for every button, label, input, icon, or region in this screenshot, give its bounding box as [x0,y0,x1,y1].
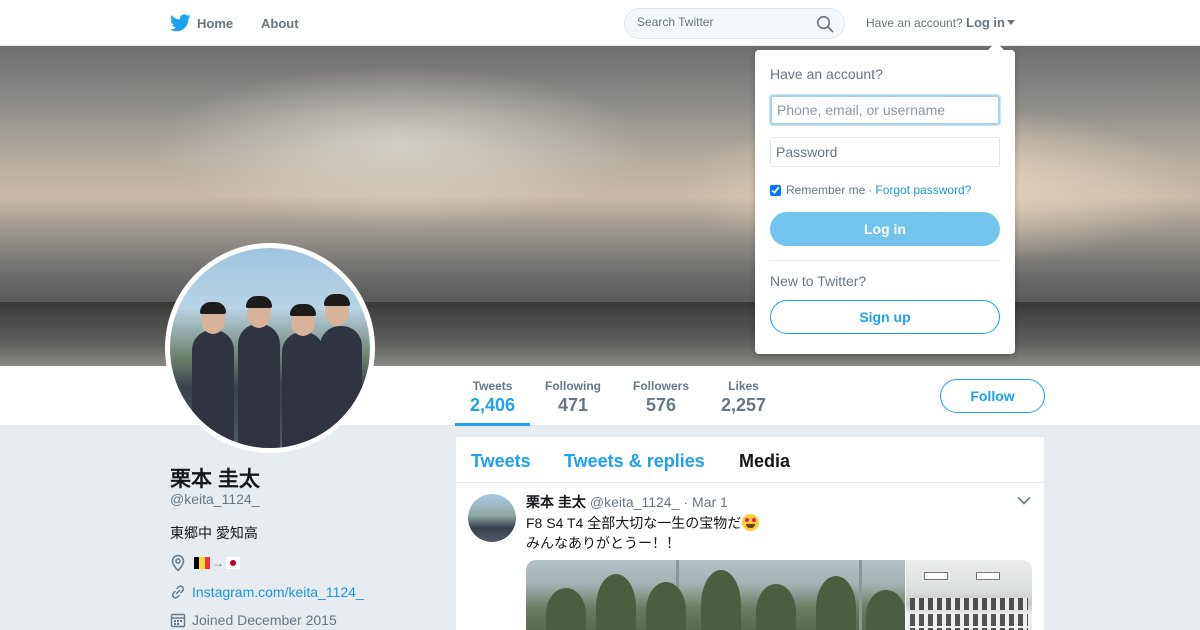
photo-pole [859,560,862,630]
map-pin-icon [171,554,185,572]
timeline-tabs: Tweets Tweets & replies Media [456,437,1044,483]
login-dropdown: Have an account? Remember me · Forgot pa… [755,42,1015,354]
avatar-person [320,326,362,448]
calendar-icon [170,613,186,628]
search-box [624,8,845,39]
photo-tree [646,582,686,630]
profile-joined: Joined December 2015 [170,612,337,628]
stat-tweets[interactable]: Tweets 2,406 [470,379,515,416]
photo-sign [924,572,948,580]
profile-website: Instagram.com/keita_1124_ [170,584,364,600]
stat-value: 2,406 [470,395,516,415]
login-link-label: Log in [966,15,1005,30]
avatar-hair [246,296,272,308]
link-icon [171,585,185,599]
location-value: → [194,556,240,570]
photo-tree [866,590,905,630]
photo-crowd [910,598,1028,610]
profile-name[interactable]: 栗本 圭太 [170,463,260,493]
tweet-text: F8 S4 T4 全部大切な一生の宝物だ みんなありがとうー！！ [526,513,1006,553]
avatar-person [282,332,324,448]
banner-cloud [150,66,650,226]
signup-button[interactable]: Sign up [770,300,1000,334]
photo-tree [596,574,636,630]
stat-label: Tweets [472,379,513,393]
website-link[interactable]: Instagram.com/keita_1124_ [192,584,364,600]
photo-tree [756,584,796,630]
remember-separator: · [868,183,873,197]
stat-label: Following [545,379,601,393]
remember-me-checkbox[interactable] [770,184,781,196]
profile-avatar[interactable] [165,243,375,453]
password-field[interactable] [770,137,1000,167]
login-dropdown-title: Have an account? [770,66,883,82]
caret-down-icon [1007,20,1015,25]
location-arrow: → [212,556,224,570]
avatar-person [238,324,280,448]
tweet-avatar[interactable] [468,494,516,542]
stat-label: Followers [633,379,690,393]
remember-me-label[interactable]: Remember me [786,183,865,197]
joined-date: Joined December 2015 [192,612,337,628]
star-struck-emoji-icon [742,514,760,531]
remember-row: Remember me · Forgot password? [770,183,971,197]
profile-bio: 東郷中 愛知高 [170,525,258,541]
avatar-hair [324,294,350,306]
profile-location: → [170,554,240,572]
stat-label: Likes [728,379,759,393]
tab-tweets[interactable]: Tweets [471,451,531,472]
timeline: Tweets Tweets & replies Media 栗本 圭太 @kei… [456,437,1044,630]
chevron-down-icon[interactable] [1017,496,1031,506]
photo-sign [976,572,1000,580]
search-input[interactable] [637,15,807,29]
stat-following[interactable]: Following 471 [545,379,601,416]
photo-crowd [910,614,1028,626]
tweet-photo[interactable] [906,560,1032,630]
tweet-author-name[interactable]: 栗本 圭太 [526,492,586,512]
twitter-bird-icon [170,14,191,32]
japan-flag-icon [226,557,240,569]
stat-likes[interactable]: Likes 2,257 [721,379,766,416]
avatar-hair [200,302,226,314]
tweet-text-line1: F8 S4 T4 全部大切な一生の宝物だ [526,515,742,531]
belgium-flag-icon [194,557,210,569]
top-nav: Home About Have an account? Log in [0,0,1200,46]
tweet-author-handle[interactable]: @keita_1124_ [590,494,679,510]
avatar-hair [290,304,316,316]
stat-value: 2,257 [721,395,767,415]
dropdown-divider [770,260,1000,261]
tweet-text-line2: みんなありがとうー！！ [526,535,680,551]
tweet-photo[interactable] [526,560,905,630]
login-dropdown-toggle[interactable]: Log in [966,15,1015,30]
tweet-header: 栗本 圭太 @keita_1124_ · Mar 1 [526,492,728,512]
tab-tweets-replies[interactable]: Tweets & replies [564,451,705,472]
username-field[interactable] [770,95,1000,125]
nav-home[interactable]: Home [170,12,233,34]
photo-tree [546,588,586,630]
stat-value: 576 [645,395,677,415]
nav-home-label: Home [197,15,234,31]
follow-button[interactable]: Follow [940,379,1045,413]
have-account-text: Have an account? [866,16,963,30]
login-button[interactable]: Log in [770,212,1000,246]
tweet-timestamp[interactable]: Mar 1 [692,494,728,510]
forgot-password-link[interactable]: Forgot password? [875,183,971,197]
search-icon[interactable] [816,15,834,33]
photo-tree [816,576,856,630]
active-stat-indicator [455,423,530,426]
stat-followers[interactable]: Followers 576 [633,379,689,416]
tweet-separator: · [683,494,689,510]
stat-value: 471 [557,395,589,415]
profile-handle[interactable]: @keita_1124_ [170,491,259,507]
tab-media[interactable]: Media [739,451,790,472]
avatar-person [192,330,234,448]
nav-about[interactable]: About [261,16,299,31]
new-to-twitter-text: New to Twitter? [770,273,867,289]
photo-tree [701,570,741,630]
